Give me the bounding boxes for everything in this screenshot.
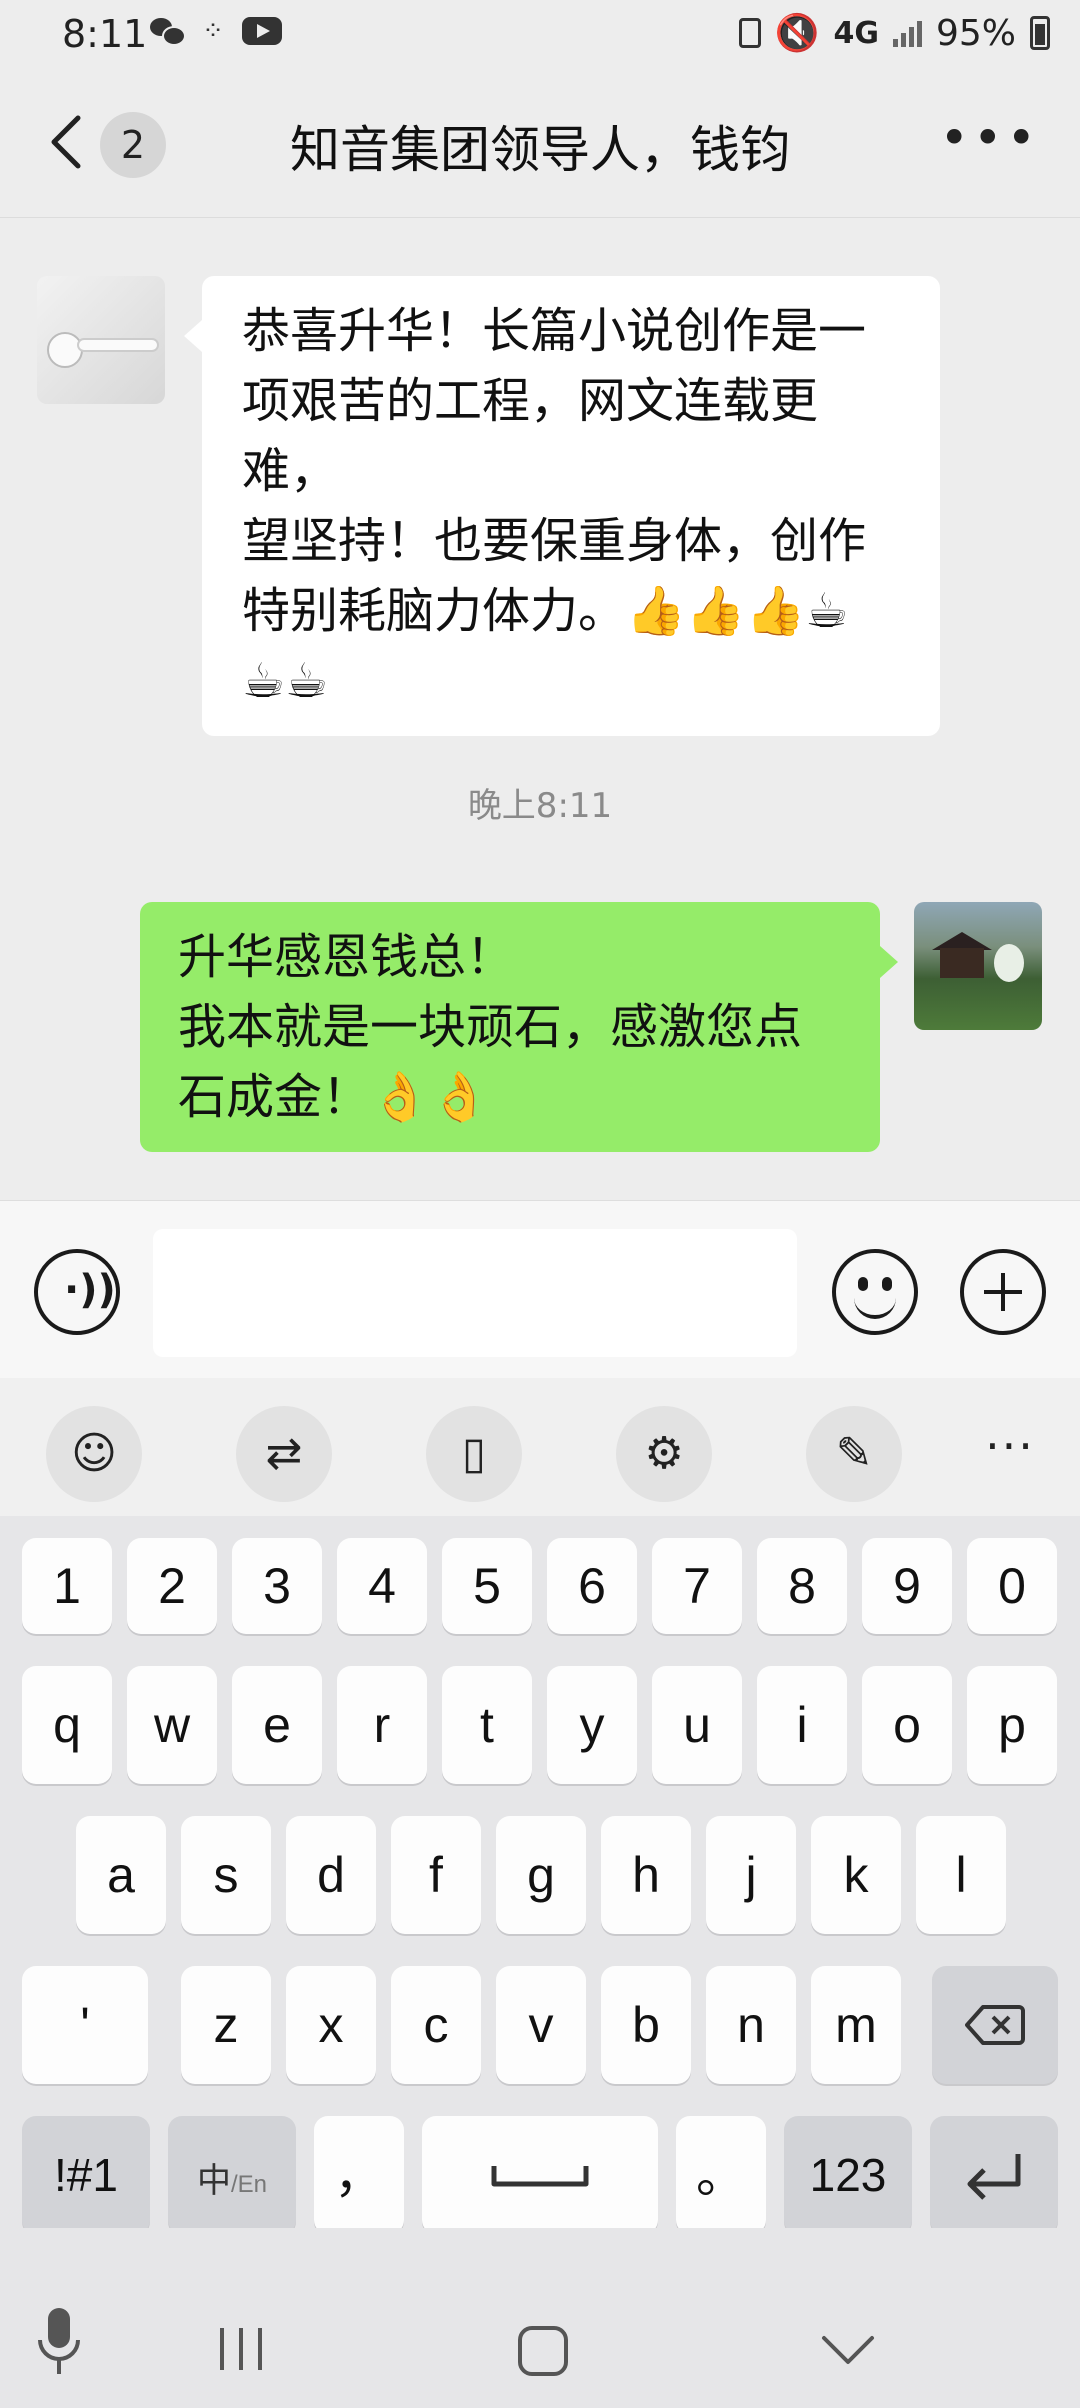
key-l[interactable]: l [916,1816,1006,1934]
backspace-icon[interactable] [932,1966,1058,2084]
lang-main-label: 中 [196,2162,231,2200]
message-line: 恭喜升华！长篇小说创作是一 [242,303,867,359]
key-a[interactable]: a [76,1816,166,1934]
input-bar: ·)) [0,1200,1080,1378]
voice-icon[interactable]: ·)) [34,1249,120,1335]
period-key[interactable]: 。 [676,2116,766,2234]
emoji-icon[interactable] [832,1249,918,1335]
keyboard-toolbar: ☺ ⇄ ▯ ⚙ ✎ ··· [0,1378,1080,1516]
my-avatar[interactable] [914,902,1042,1030]
message-timestamp: 晚上8:11 [467,786,613,826]
key-5[interactable]: 5 [442,1538,532,1634]
more-icon[interactable]: ••• [940,113,1040,163]
message-line: 项艰苦的工程，网文连载更难， [242,373,819,499]
keyboard: 1 2 3 4 5 6 7 8 9 0 q w e r t y u i o p … [0,1516,1080,2234]
sparkle-icon: ⁘ [202,16,224,46]
key-2[interactable]: 2 [127,1538,217,1634]
key-j[interactable]: j [706,1816,796,1934]
language-switch-key[interactable]: 中/En [168,2116,296,2234]
message-line: 石成金！👌👌 [178,1069,490,1125]
message-list[interactable]: 恭喜升华！长篇小说创作是一 项艰苦的工程，网文连载更难， 望坚持！也要保重身体，… [0,218,1080,1200]
plus-icon[interactable] [960,1249,1046,1335]
sent-message[interactable]: 升华感恩钱总！ 我本就是一块顽石，感激您点 石成金！👌👌 [140,902,898,1152]
key-c[interactable]: c [391,1966,481,2084]
system-nav-bar [0,2228,1080,2408]
message-input[interactable] [153,1229,797,1357]
key-7[interactable]: 7 [652,1538,742,1634]
wechat-icon [150,16,186,46]
received-message[interactable]: 恭喜升华！长篇小说创作是一 项艰苦的工程，网文连载更难， 望坚持！也要保重身体，… [184,276,940,736]
emoji-panel-icon[interactable]: ☺ [46,1406,142,1502]
translate-icon[interactable]: ⇄ [236,1406,332,1502]
battery-percent: 95% [935,12,1016,54]
network-type: 4G [833,15,879,51]
message-line: 我本就是一块顽石，感激您点 [178,999,803,1055]
signal-icon [892,19,922,47]
key-1[interactable]: 1 [22,1538,112,1634]
key-z[interactable]: z [181,1966,271,2084]
key-g[interactable]: g [496,1816,586,1934]
home-icon[interactable] [516,2324,570,2378]
key-8[interactable]: 8 [757,1538,847,1634]
status-time: 8:11 [62,12,148,56]
message-line: 特别耗脑力体力。👍👍👍☕ [242,583,849,639]
recent-apps-icon[interactable] [216,2324,266,2374]
notification-icons: ⁘ [150,16,282,46]
key-i[interactable]: i [757,1666,847,1784]
key-e[interactable]: e [232,1666,322,1784]
key-h[interactable]: h [601,1816,691,1934]
key-w[interactable]: w [127,1666,217,1784]
message-line: ☕☕ [242,653,329,709]
key-q[interactable]: q [22,1666,112,1784]
key-n[interactable]: n [706,1966,796,2084]
system-icons: 🔇 4G 95% [738,12,1050,54]
key-apostrophe[interactable]: ' [22,1966,148,2084]
handwriting-icon[interactable]: ✎ [806,1406,902,1502]
message-line: 升华感恩钱总！ [178,929,515,985]
enter-icon[interactable] [930,2116,1058,2234]
key-f[interactable]: f [391,1816,481,1934]
symbols-key[interactable]: !#1 [22,2116,150,2234]
gear-icon[interactable]: ⚙ [616,1406,712,1502]
key-v[interactable]: v [496,1966,586,2084]
numbers-key[interactable]: 123 [784,2116,912,2234]
key-t[interactable]: t [442,1666,532,1784]
key-6[interactable]: 6 [547,1538,637,1634]
key-d[interactable]: d [286,1816,376,1934]
key-b[interactable]: b [601,1966,691,2084]
key-o[interactable]: o [862,1666,952,1784]
spacebar[interactable] [422,2116,658,2234]
key-x[interactable]: x [286,1966,376,2084]
key-3[interactable]: 3 [232,1538,322,1634]
microphone-icon[interactable] [34,2304,84,2380]
battery-icon [1030,16,1050,50]
mute-icon: 🔇 [774,13,820,54]
youtube-icon [242,17,282,45]
comma-key[interactable]: ， [314,2116,404,2234]
clipboard-icon[interactable]: ▯ [426,1406,522,1502]
key-0[interactable]: 0 [967,1538,1057,1634]
contact-avatar[interactable] [37,276,165,404]
hide-keyboard-icon[interactable] [820,2334,876,2368]
data-saver-icon [738,18,761,48]
more-tools-icon[interactable]: ··· [970,1406,1050,1502]
message-line: 望坚持！也要保重身体，创作 [242,513,867,569]
key-m[interactable]: m [811,1966,901,2084]
key-u[interactable]: u [652,1666,742,1784]
key-4[interactable]: 4 [337,1538,427,1634]
chat-title: 知音集团领导人，钱钧 [290,121,790,179]
key-k[interactable]: k [811,1816,901,1934]
lang-alt-label: /En [230,2171,268,2198]
status-bar: 8:11 ⁘ 🔇 4G 95% [0,0,1080,70]
key-y[interactable]: y [547,1666,637,1784]
key-9[interactable]: 9 [862,1538,952,1634]
chat-header: 2 知音集团领导人，钱钧 ••• [0,70,1080,218]
key-s[interactable]: s [181,1816,271,1934]
key-r[interactable]: r [337,1666,427,1784]
key-p[interactable]: p [967,1666,1057,1784]
